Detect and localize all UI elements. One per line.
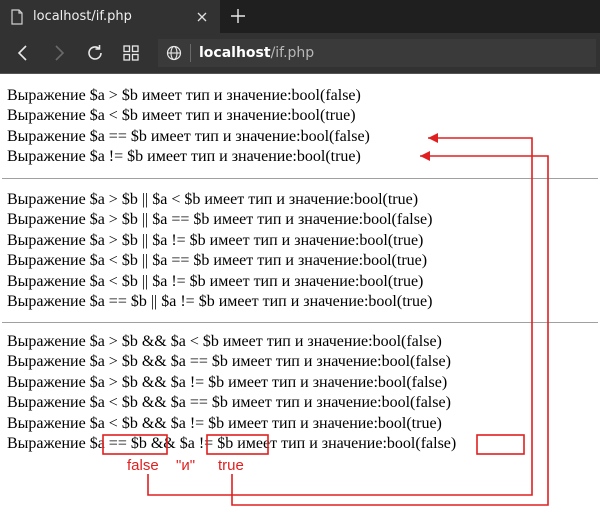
address-bar[interactable]: localhost/if.php (158, 39, 596, 67)
result-line: Выражение $a > $b || $a < $b имеет тип и… (7, 191, 419, 208)
result-line: Выражение $a > $b && $a == $b имеет тип … (7, 353, 451, 371)
result-line: Выражение $a > $b || $a != $b имеет тип … (7, 231, 424, 249)
annotation-label-and: "и" (176, 457, 196, 474)
result-line: Выражение $a > $b && $a < $b имеет тип и… (7, 333, 442, 350)
result-line: Выражение $a < $b || $a != $b имеет тип … (7, 272, 424, 290)
horizontal-rule (2, 178, 598, 179)
tab-title: localhost/if.php (33, 9, 132, 24)
url-path: /if.php (270, 45, 315, 61)
page-icon (11, 8, 23, 25)
result-line: Выражение $a < $b имеет тип и значение:b… (7, 107, 356, 125)
group-comparison: Выражение $a > $b имеет тип и значение:b… (7, 86, 370, 168)
annotation-label-true: true (218, 457, 244, 474)
back-arrow-icon[interactable] (13, 43, 33, 63)
result-line: Выражение $a < $b && $a != $b имеет тип … (7, 414, 442, 432)
group-or: Выражение $a > $b || $a < $b имеет тип и… (7, 190, 432, 312)
globe-icon[interactable] (166, 45, 182, 61)
result-line: Выражение $a > $b имеет тип и значение:b… (7, 87, 361, 104)
forward-arrow-icon[interactable] (49, 43, 69, 63)
result-line: Выражение $a > $b && $a != $b имеет тип … (7, 373, 448, 391)
refresh-icon[interactable] (85, 43, 105, 63)
browser-tab[interactable]: localhost/if.php (0, 0, 220, 33)
close-icon[interactable] (194, 9, 210, 25)
result-line: Выражение $a < $b || $a == $b имеет тип … (7, 252, 428, 270)
address-separator (190, 44, 191, 62)
new-tab-icon[interactable] (230, 8, 246, 24)
result-line: Выражение $a != $b имеет тип и значение:… (7, 148, 361, 166)
group-and: Выражение $a > $b && $a < $b имеет тип и… (7, 332, 456, 454)
result-line: Выражение $a < $b && $a == $b имеет тип … (7, 394, 451, 412)
result-line: Выражение $a == $b && $a != $b имеет тип… (7, 434, 457, 452)
horizontal-rule (2, 322, 598, 323)
url-host: localhost (199, 45, 271, 61)
tabs-grid-icon[interactable] (121, 43, 141, 63)
page-content: Выражение $a > $b имеет тип и значение:b… (7, 86, 370, 168)
annotation-label-false: false (127, 457, 159, 474)
result-line: Выражение $a > $b || $a == $b имеет тип … (7, 211, 433, 229)
result-line: Выражение $a == $b || $a != $b имеет тип… (7, 292, 433, 310)
tab-bar: localhost/if.php (0, 0, 600, 33)
result-line: Выражение $a == $b имеет тип и значение:… (7, 127, 370, 145)
